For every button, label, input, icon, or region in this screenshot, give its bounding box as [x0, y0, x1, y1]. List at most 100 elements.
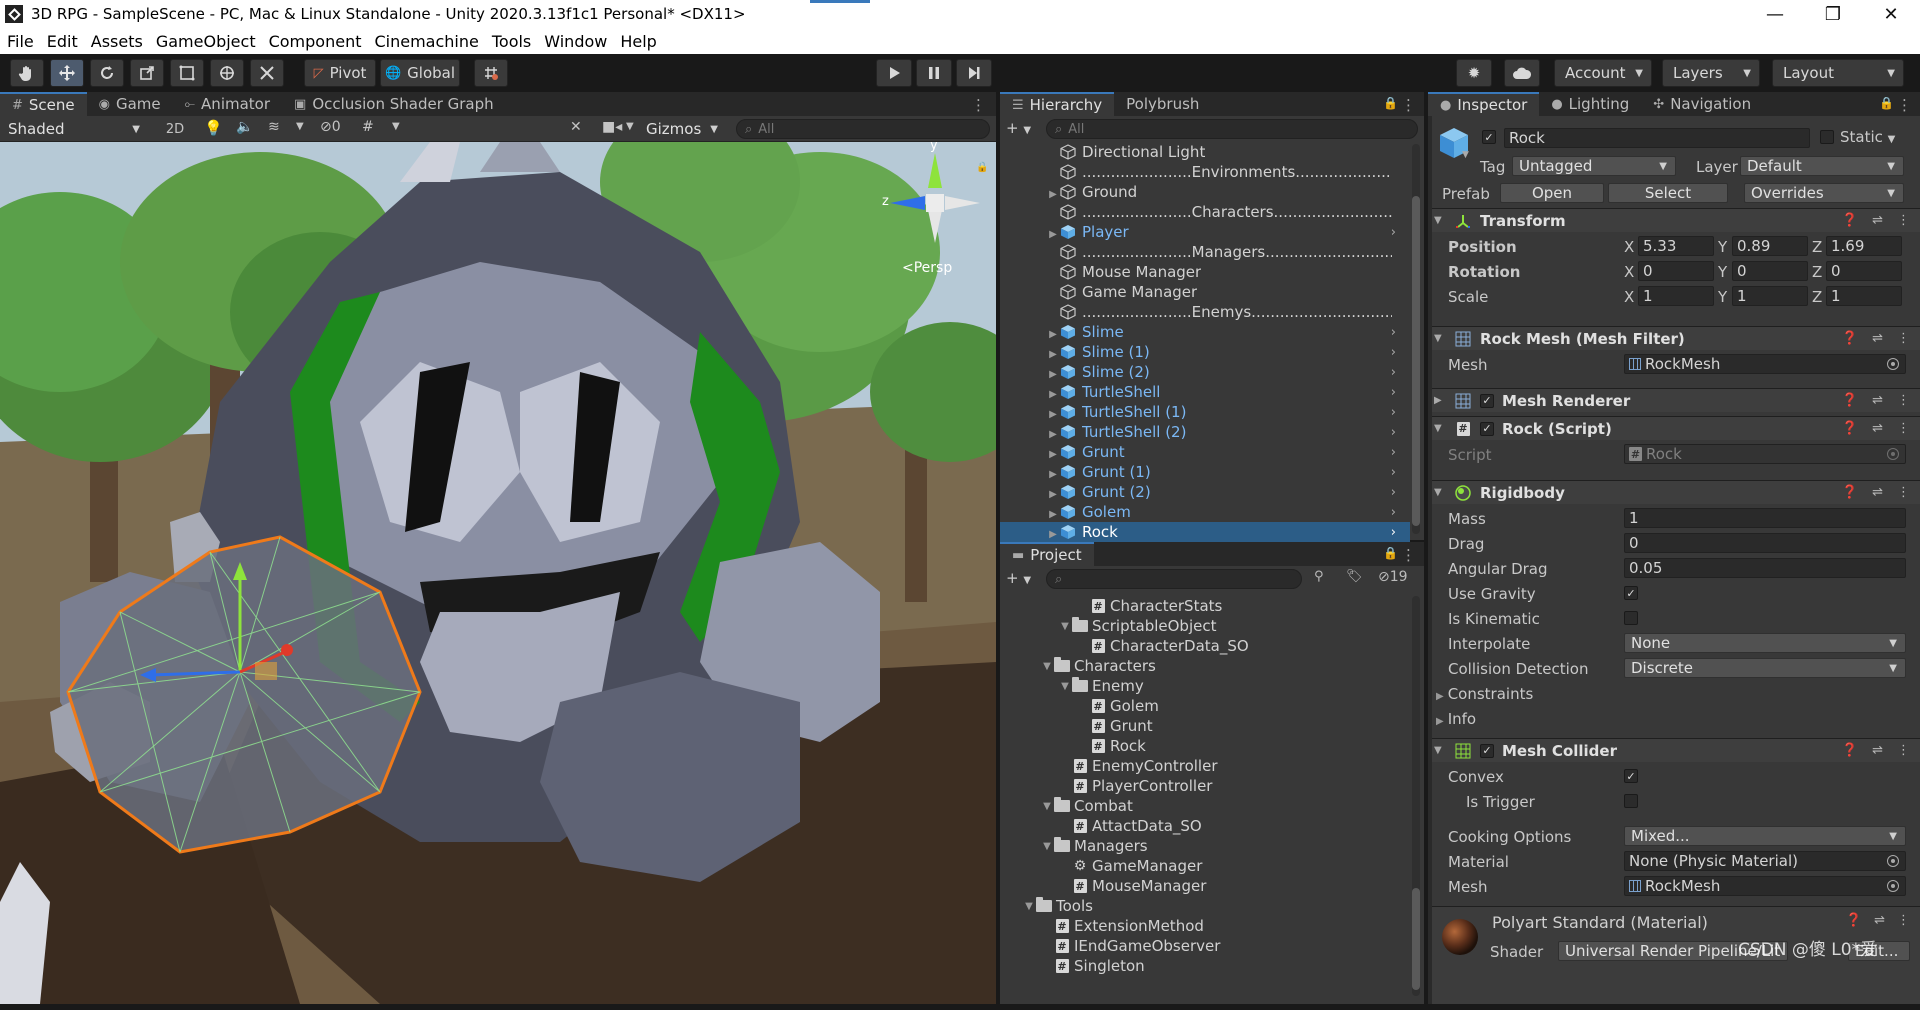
- step-button[interactable]: [956, 59, 992, 87]
- expand-arrow-icon[interactable]: ▶: [1046, 449, 1060, 460]
- lighting-toggle-icon[interactable]: 💡: [204, 119, 223, 137]
- audio-toggle-icon[interactable]: 🔈: [236, 119, 253, 135]
- rotation-axis-label[interactable]: Z: [1812, 263, 1822, 281]
- scene-search-input[interactable]: ⌕ All: [736, 119, 990, 139]
- preset-icon[interactable]: ⇌: [1872, 331, 1883, 346]
- prefab-open-arrow-icon[interactable]: ›: [1391, 505, 1396, 520]
- mesh-filter-mesh-field[interactable]: RockMesh: [1624, 354, 1906, 374]
- help-icon[interactable]: ❓: [1842, 485, 1858, 500]
- hidden-objects-icon[interactable]: ⊘0: [320, 119, 341, 135]
- project-asset[interactable]: # Grunt: [1076, 716, 1153, 736]
- expand-arrow-icon[interactable]: ▶: [1046, 429, 1060, 440]
- is-kinematic-checkbox[interactable]: [1624, 611, 1638, 625]
- scale-x-field[interactable]: 1: [1638, 286, 1714, 306]
- project-asset[interactable]: # PlayerController: [1058, 776, 1212, 796]
- custom-tool-button[interactable]: [250, 59, 284, 87]
- hierarchy-item[interactable]: ▶ Slime (2) ›: [1000, 362, 1410, 382]
- rock-script-enabled-checkbox[interactable]: ✓: [1480, 421, 1494, 436]
- use-gravity-checkbox[interactable]: ✓: [1624, 586, 1638, 600]
- mass-field[interactable]: 1: [1624, 508, 1906, 528]
- chevron-down-icon[interactable]: ▼: [1462, 150, 1469, 160]
- hierarchy-item[interactable]: ▶ Player ›: [1000, 222, 1410, 242]
- hierarchy-item[interactable]: ▶ Ground: [1000, 182, 1410, 202]
- prefab-open-arrow-icon[interactable]: ›: [1391, 425, 1396, 440]
- object-name-field[interactable]: Rock: [1504, 128, 1810, 148]
- rotation-axis-label[interactable]: Y: [1718, 263, 1727, 281]
- tab-occlusion[interactable]: ▣ Occlusion Shader Graph: [282, 92, 506, 116]
- prefab-open-arrow-icon[interactable]: ›: [1391, 345, 1396, 360]
- object-picker-icon[interactable]: [1887, 880, 1899, 892]
- lock-icon[interactable]: 🔒: [1383, 96, 1398, 110]
- help-icon[interactable]: ❓: [1842, 421, 1858, 436]
- scale-y-field[interactable]: 1: [1732, 286, 1808, 306]
- preset-icon[interactable]: ⇌: [1872, 213, 1883, 228]
- close-button[interactable]: ✕: [1862, 0, 1920, 28]
- object-picker-icon[interactable]: [1887, 358, 1899, 370]
- maximize-button[interactable]: ❐: [1804, 0, 1862, 28]
- project-asset[interactable]: # CharacterStats: [1076, 596, 1222, 616]
- more-menu-icon[interactable]: ⋮: [1897, 213, 1910, 228]
- project-asset[interactable]: # IEndGameObserver: [1040, 936, 1220, 956]
- hierarchy-item[interactable]: .......................Environments.....…: [1000, 162, 1410, 182]
- active-checkbox[interactable]: ✓: [1482, 130, 1496, 144]
- account-dropdown[interactable]: Account ▼: [1554, 59, 1652, 87]
- menu-window[interactable]: Window: [537, 32, 613, 51]
- hierarchy-item[interactable]: ▶ TurtleShell ›: [1000, 382, 1410, 402]
- foldout-expanded-icon[interactable]: ▼: [1040, 841, 1054, 852]
- project-search-input[interactable]: ⌕: [1046, 569, 1302, 589]
- prefab-open-button[interactable]: Open: [1500, 183, 1604, 203]
- prefab-select-button[interactable]: Select: [1608, 183, 1728, 203]
- menu-component[interactable]: Component: [262, 32, 368, 51]
- hierarchy-item[interactable]: ▶ Slime ›: [1000, 322, 1410, 342]
- more-menu-icon[interactable]: ⋮: [1897, 485, 1910, 500]
- tab-project[interactable]: ▬ Project: [1000, 542, 1094, 566]
- tab-lighting[interactable]: ● Lighting: [1539, 92, 1641, 116]
- hierarchy-item[interactable]: Game Manager: [1000, 282, 1410, 302]
- interpolate-dropdown[interactable]: None ▼: [1624, 633, 1906, 653]
- expand-arrow-icon[interactable]: ▶: [1046, 329, 1060, 340]
- hierarchy-item[interactable]: ▶ TurtleShell (2) ›: [1000, 422, 1410, 442]
- global-toggle[interactable]: 🌐 Global: [380, 59, 460, 87]
- effects-toggle-icon[interactable]: ≋: [268, 119, 280, 135]
- rotation-z-field[interactable]: 0: [1826, 261, 1902, 281]
- chevron-down-icon[interactable]: ▼: [392, 121, 400, 132]
- angular-drag-field[interactable]: 0.05: [1624, 558, 1906, 578]
- help-icon[interactable]: ❓: [1842, 213, 1858, 228]
- tag-dropdown[interactable]: Untagged ▼: [1512, 156, 1676, 176]
- mesh-collider-mesh-field[interactable]: RockMesh: [1624, 876, 1906, 896]
- expand-arrow-icon[interactable]: ▶: [1046, 229, 1060, 240]
- rigidbody-header[interactable]: ▼ Rigidbody ❓ ⇌ ⋮: [1428, 480, 1920, 504]
- hierarchy-search-input[interactable]: ⌕ All: [1046, 119, 1418, 139]
- projection-label[interactable]: <Persp: [902, 260, 952, 276]
- more-menu-icon[interactable]: ⋮: [1897, 331, 1910, 346]
- help-icon[interactable]: ❓: [1842, 743, 1858, 758]
- tab-hierarchy[interactable]: ☰ Hierarchy: [1000, 92, 1115, 116]
- collision-detection-dropdown[interactable]: Discrete ▼: [1624, 658, 1906, 678]
- static-checkbox[interactable]: [1820, 130, 1834, 144]
- menu-edit[interactable]: Edit: [40, 32, 84, 51]
- more-menu-icon[interactable]: ⋮: [1897, 743, 1910, 758]
- prefab-open-arrow-icon[interactable]: ›: [1391, 525, 1396, 540]
- more-menu-icon[interactable]: ⋮: [1897, 913, 1910, 928]
- expand-arrow-icon[interactable]: ▶: [1046, 509, 1060, 520]
- project-asset[interactable]: # MouseManager: [1058, 876, 1206, 896]
- gizmos-dropdown[interactable]: Gizmos ▼: [640, 119, 726, 139]
- expand-arrow-icon[interactable]: ▶: [1046, 489, 1060, 500]
- rotation-axis-label[interactable]: X: [1624, 263, 1634, 281]
- expand-arrow-icon[interactable]: ▶: [1046, 349, 1060, 360]
- hierarchy-item[interactable]: ▶ Grunt (1) ›: [1000, 462, 1410, 482]
- tab-animator[interactable]: ⟜ Animator: [173, 92, 282, 116]
- menu-assets[interactable]: Assets: [84, 32, 149, 51]
- project-scrollbar[interactable]: [1412, 888, 1420, 990]
- rect-tool-button[interactable]: [170, 59, 204, 87]
- more-menu-icon[interactable]: ⋮: [1897, 421, 1910, 436]
- lock-icon[interactable]: 🔒: [1879, 96, 1894, 110]
- object-picker-icon[interactable]: [1887, 855, 1899, 867]
- hidden-packages-icon[interactable]: ⊘19: [1378, 569, 1408, 585]
- more-menu-icon[interactable]: ⋮: [1897, 393, 1910, 408]
- project-asset[interactable]: # Singleton: [1040, 956, 1145, 976]
- menu-cinemachine[interactable]: Cinemachine: [367, 32, 484, 51]
- position-axis-label[interactable]: Z: [1812, 238, 1822, 256]
- help-icon[interactable]: ❓: [1846, 913, 1862, 928]
- is-trigger-checkbox[interactable]: [1624, 794, 1638, 808]
